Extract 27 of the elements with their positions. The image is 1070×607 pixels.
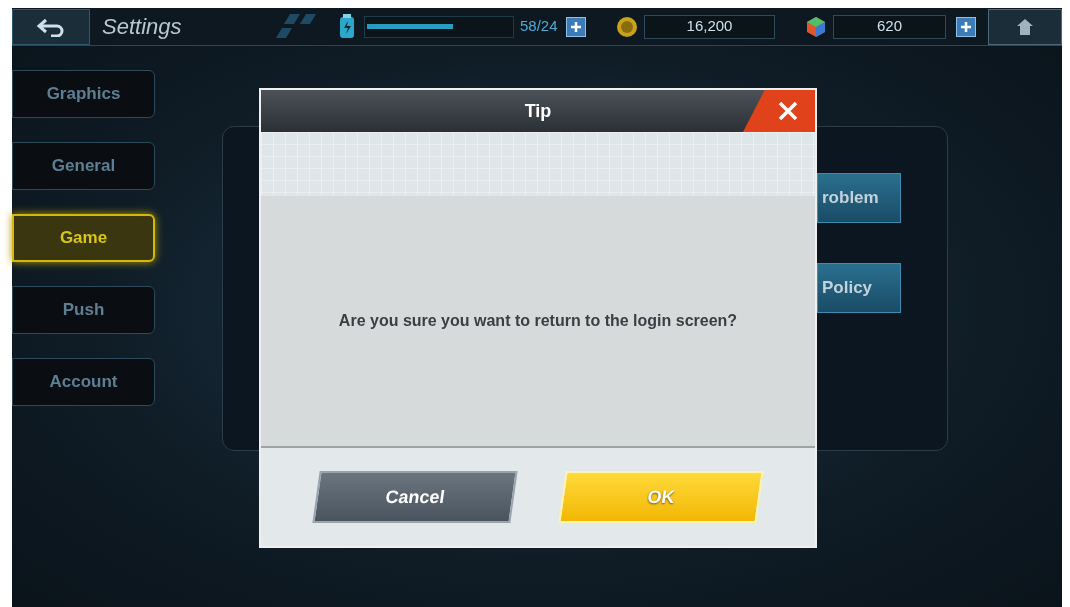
gems-field: 620 xyxy=(833,14,946,39)
home-icon xyxy=(1016,17,1034,36)
dialog-button[interactable]: Cancel xyxy=(312,471,518,523)
plus-button[interactable] xyxy=(956,16,976,37)
dialog-title: Tip xyxy=(524,99,552,123)
dialog-message: Are you sure you want to return to the login screen? xyxy=(338,311,738,331)
page-title: Settings xyxy=(102,13,183,41)
battery-icon xyxy=(338,13,356,40)
plus-button[interactable] xyxy=(566,16,586,37)
sidebar-tab[interactable]: Game xyxy=(12,214,155,262)
close-icon xyxy=(777,100,799,122)
close-button[interactable] xyxy=(743,90,815,132)
coins-field: 16,200 xyxy=(644,14,775,39)
sidebar-tab[interactable]: General xyxy=(12,142,155,190)
plus-icon xyxy=(570,20,582,33)
back-button[interactable] xyxy=(12,8,90,45)
panel-button[interactable]: Policy xyxy=(817,263,901,313)
panel-button[interactable]: roblem xyxy=(817,173,901,223)
energy-reading: 58/24 xyxy=(520,16,559,37)
coin-icon xyxy=(616,15,638,38)
sidebar-tab[interactable]: Graphics xyxy=(12,70,155,118)
plus-icon xyxy=(960,20,972,33)
back-arrow-icon xyxy=(36,16,66,37)
home-button[interactable] xyxy=(988,8,1062,45)
gem-icon xyxy=(805,15,827,38)
sidebar-tab[interactable]: Push xyxy=(12,286,155,334)
sidebar-tab[interactable]: Account xyxy=(12,358,155,406)
